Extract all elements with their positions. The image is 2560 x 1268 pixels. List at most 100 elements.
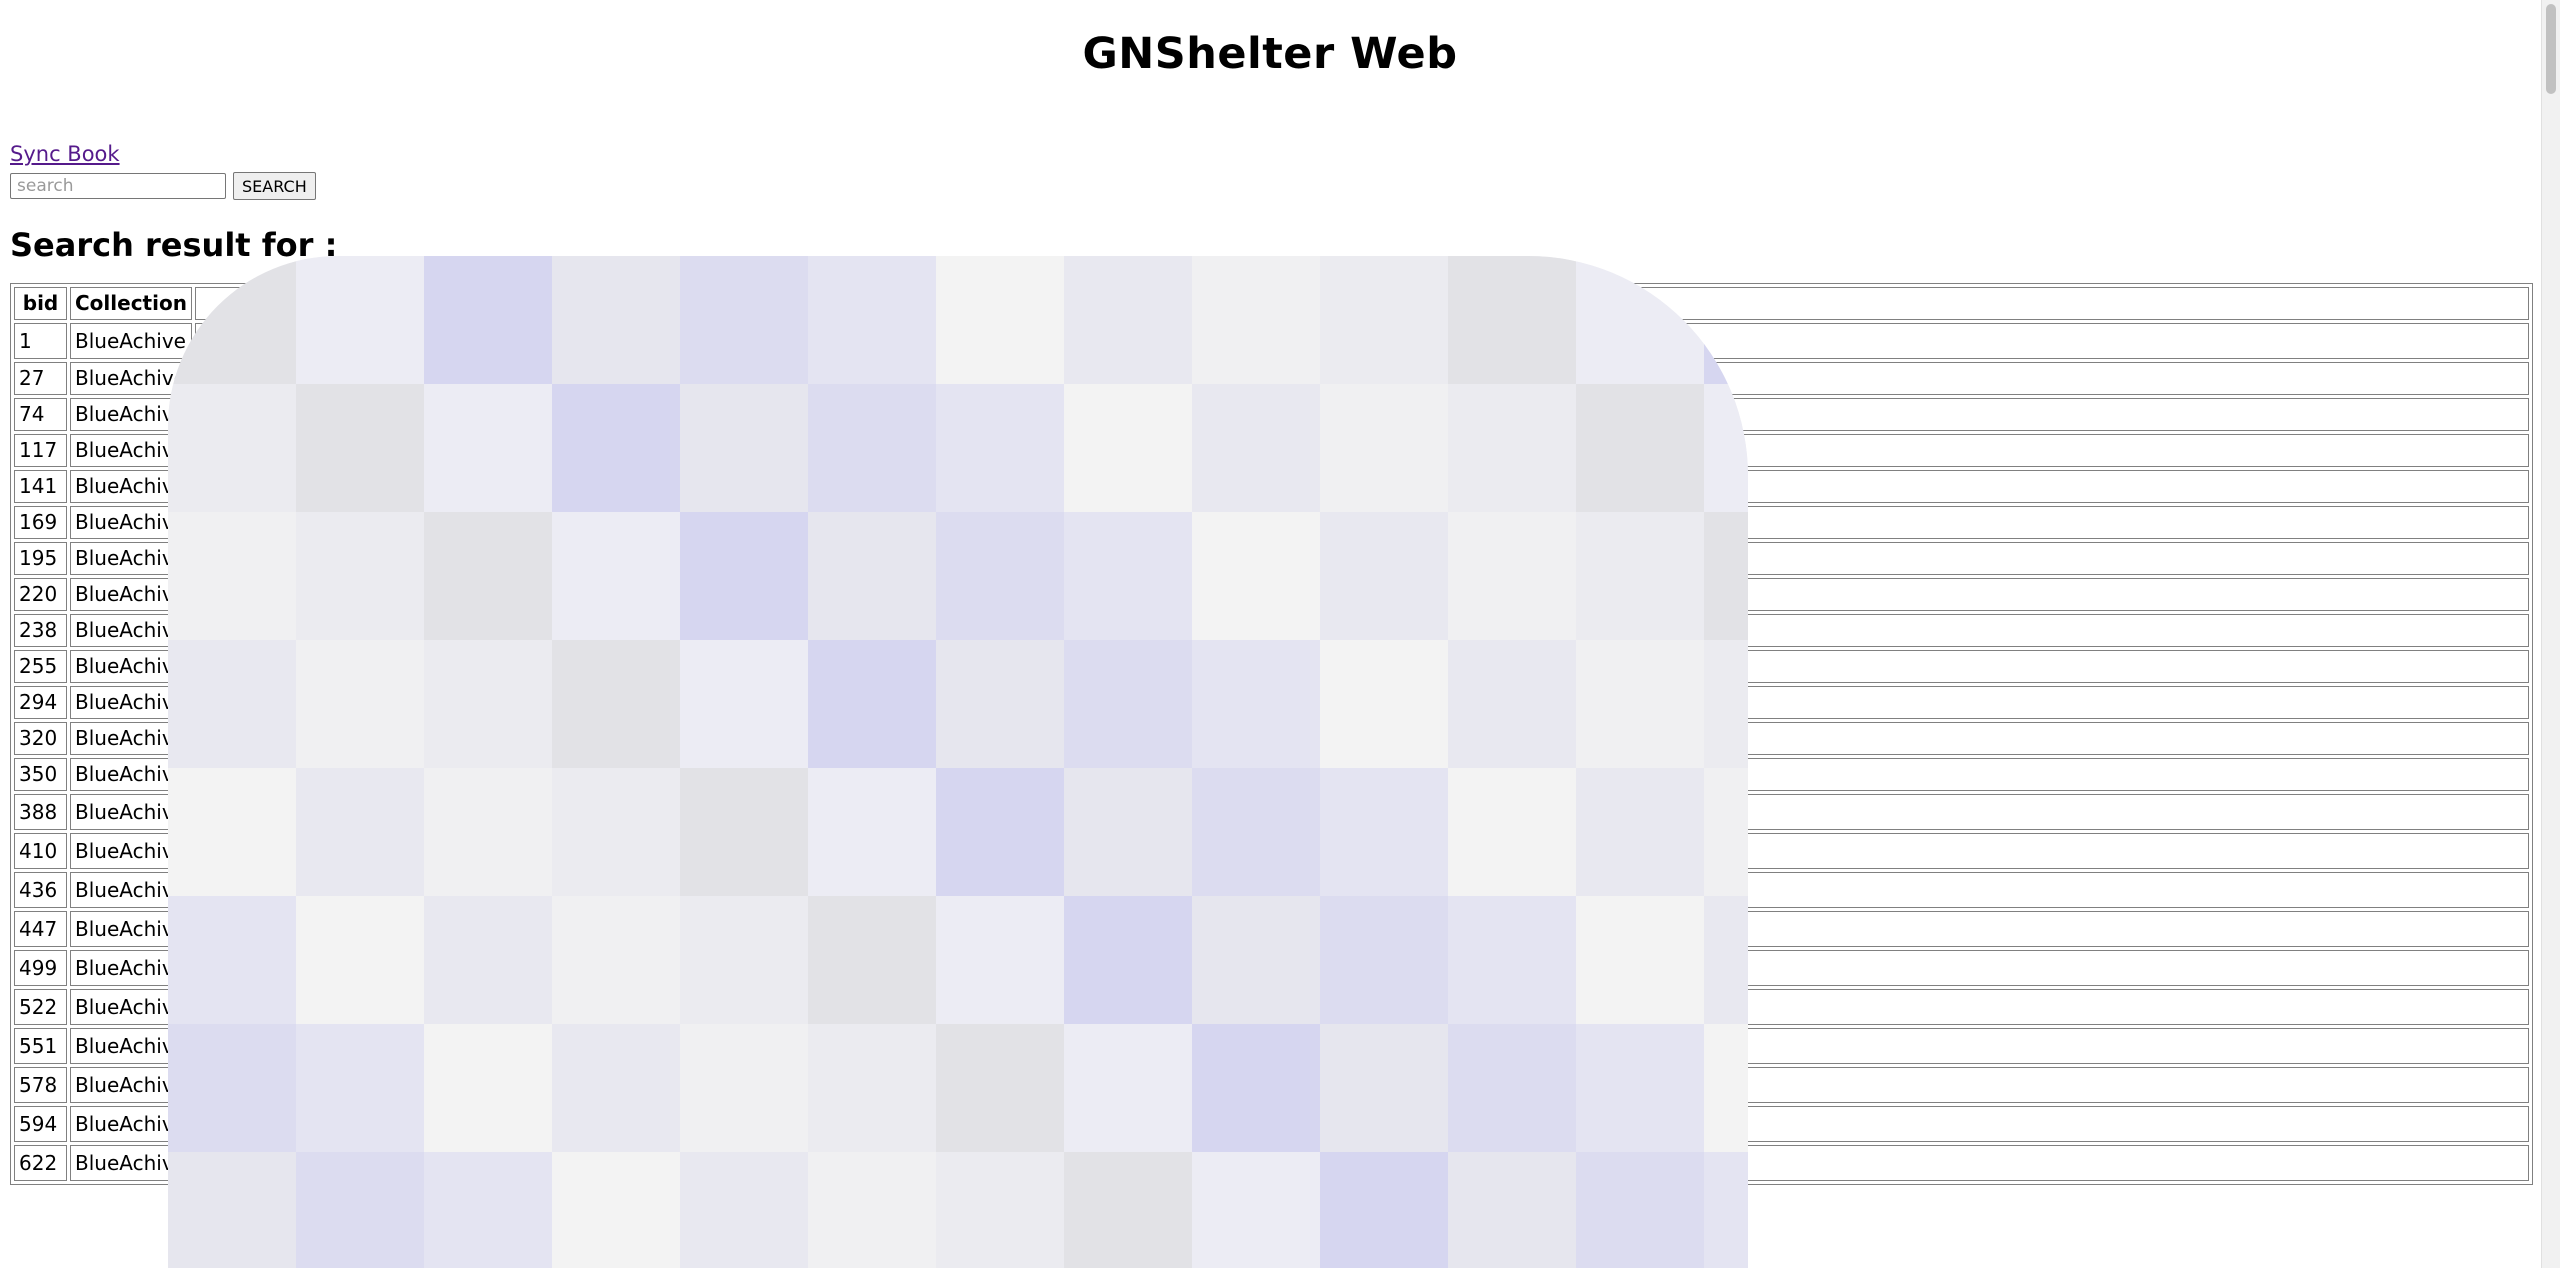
- cell-bid: 350: [14, 758, 67, 791]
- cell-collection: BlueAchive: [70, 1145, 192, 1181]
- cell-bid: 238: [14, 614, 67, 647]
- table-row[interactable]: 117 BlueAchive: [14, 434, 2529, 467]
- table-row[interactable]: 578 BlueAchive 阿拜 行: [14, 1067, 2529, 1103]
- table-row[interactable]: 320 BlueAchive: [14, 722, 2529, 755]
- table-row[interactable]: 522 BlueAchive SRT-: [14, 989, 2529, 1025]
- cell-bid: 195: [14, 542, 67, 575]
- cell-title: [194, 722, 2529, 755]
- cell-collection: BlueAchive: [70, 506, 192, 539]
- cell-title: SR: [194, 833, 2529, 869]
- table-row[interactable]: 195 BlueAchive: [14, 542, 2529, 575]
- cell-title: SRT-: [194, 950, 2529, 986]
- vertical-scrollbar[interactable]: [2541, 0, 2560, 1268]
- cell-collection: BlueAchive: [70, 614, 192, 647]
- cell-bid: 255: [14, 650, 67, 683]
- table-row[interactable]: 410 BlueAchive SR: [14, 833, 2529, 869]
- cell-title: [194, 470, 2529, 503]
- cell-title: 阿拜 行: [194, 1028, 2529, 1064]
- table-row[interactable]: 388 BlueAchive S: [14, 794, 2529, 830]
- cell-collection: BlueAchive: [70, 758, 192, 791]
- table-header-row: bid Collection: [14, 287, 2529, 320]
- sync-book-link[interactable]: Sync Book: [10, 141, 120, 167]
- table-row[interactable]: 74 BlueAchive: [14, 398, 2529, 431]
- cell-collection: BlueAchive: [70, 650, 192, 683]
- cell-bid: 169: [14, 506, 67, 539]
- cell-bid: 522: [14, 989, 67, 1025]
- cell-bid: 578: [14, 1067, 67, 1103]
- page: GNShelter Web Sync Book SEARCH Search re…: [0, 0, 2560, 1268]
- cell-title: SRT: [194, 911, 2529, 947]
- cell-collection: BlueAchive: [70, 470, 192, 503]
- cell-bid: 220: [14, 578, 67, 611]
- cell-collection: BlueAchive: [70, 722, 192, 755]
- cell-collection: BlueAchive: [70, 794, 192, 830]
- table-row[interactable]: 594 BlueAchive 阿拜多斯 行: [14, 1106, 2529, 1142]
- table-row[interactable]: 169 BlueAchive: [14, 506, 2529, 539]
- column-header-bid: bid: [14, 287, 67, 320]
- cell-collection: BlueAchive: [70, 1028, 192, 1064]
- cell-collection: BlueAchive: [70, 911, 192, 947]
- cell-bid: 1: [14, 323, 67, 359]
- cell-title: SRT: [194, 872, 2529, 908]
- cell-collection: BlueAchive: [70, 578, 192, 611]
- table-row[interactable]: 551 BlueAchive 阿拜 行: [14, 1028, 2529, 1064]
- cell-title: [194, 650, 2529, 683]
- cell-bid: 622: [14, 1145, 67, 1181]
- cell-title: [194, 506, 2529, 539]
- cell-collection: BlueAchive: [70, 950, 192, 986]
- cell-bid: 74: [14, 398, 67, 431]
- cell-bid: 27: [14, 362, 67, 395]
- result-heading: Search result for :: [10, 226, 338, 264]
- scrollbar-thumb[interactable]: [2546, 4, 2556, 94]
- cell-bid: 551: [14, 1028, 67, 1064]
- cell-bid: 594: [14, 1106, 67, 1142]
- cell-bid: 320: [14, 722, 67, 755]
- app-title: GNShelter Web: [1082, 29, 1458, 79]
- cell-collection: BlueAchive: [70, 1106, 192, 1142]
- table-row[interactable]: 255 BlueAchive: [14, 650, 2529, 683]
- table-row[interactable]: 220 BlueAchive: [14, 578, 2529, 611]
- cell-collection: BlueAchive: [70, 1067, 192, 1103]
- cell-title: [194, 434, 2529, 467]
- table-row[interactable]: 436 BlueAchive SRT: [14, 872, 2529, 908]
- cell-bid: 436: [14, 872, 67, 908]
- table-row[interactable]: 141 BlueAchive: [14, 470, 2529, 503]
- cell-title: [194, 578, 2529, 611]
- cell-bid: 141: [14, 470, 67, 503]
- column-header-collection: Collection: [70, 287, 192, 320]
- cell-title: [194, 614, 2529, 647]
- results-body: 1 BlueAchive S 27 BlueAchive 74 BlueAchive 117 B…: [14, 323, 2529, 1181]
- table-row[interactable]: 238 BlueAchive: [14, 614, 2529, 647]
- cell-collection: BlueAchive: [70, 686, 192, 719]
- cell-collection: BlueAchive: [70, 872, 192, 908]
- cell-title: [194, 362, 2529, 395]
- cell-bid: 117: [14, 434, 67, 467]
- content: GNShelter Web Sync Book SEARCH Search re…: [10, 0, 2533, 1185]
- cell-collection: BlueAchive: [70, 989, 192, 1025]
- cell-bid: 388: [14, 794, 67, 830]
- table-row[interactable]: 1 BlueAchive S: [14, 323, 2529, 359]
- cell-title: 阿拜多斯+百 行: [194, 1145, 2529, 1181]
- cell-title: [194, 758, 2529, 791]
- cell-bid: 447: [14, 911, 67, 947]
- cell-title: SRT-: [194, 989, 2529, 1025]
- table-row[interactable]: 499 BlueAchive SRT-: [14, 950, 2529, 986]
- cell-collection: BlueAchive: [70, 833, 192, 869]
- table-row[interactable]: 27 BlueAchive: [14, 362, 2529, 395]
- table-row[interactable]: 622 BlueAchive 阿拜多斯+百 行: [14, 1145, 2529, 1181]
- cell-bid: 499: [14, 950, 67, 986]
- results-table: bid Collection 1 BlueAchive S 27 BlueAchive 7…: [10, 283, 2533, 1185]
- cell-title: 阿拜 行: [194, 1067, 2529, 1103]
- table-row[interactable]: 294 BlueAchive: [14, 686, 2529, 719]
- search-bar: SEARCH: [10, 169, 2530, 203]
- cell-bid: 410: [14, 833, 67, 869]
- cell-title: [194, 398, 2529, 431]
- search-button[interactable]: SEARCH: [233, 172, 316, 200]
- table-row[interactable]: 447 BlueAchive SRT: [14, 911, 2529, 947]
- table-row[interactable]: 350 BlueAchive: [14, 758, 2529, 791]
- search-input[interactable]: [10, 173, 226, 199]
- cell-bid: 294: [14, 686, 67, 719]
- cell-collection: BlueAchive: [70, 434, 192, 467]
- cell-title: [194, 686, 2529, 719]
- cell-title: S: [194, 794, 2529, 830]
